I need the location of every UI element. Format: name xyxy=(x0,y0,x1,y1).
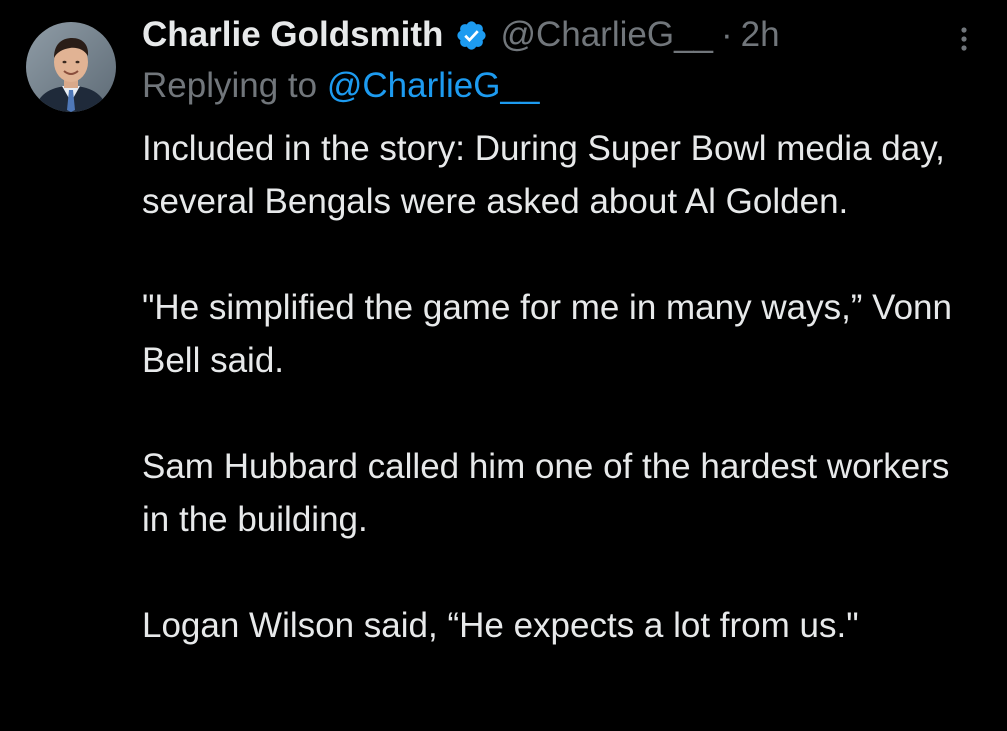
author-handle[interactable]: @CharlieG__ xyxy=(500,15,713,55)
separator-dot: · xyxy=(721,15,733,54)
tweet-text: Included in the story: During Super Bowl… xyxy=(142,122,982,652)
author-avatar[interactable] xyxy=(26,22,116,112)
tweet-paragraph: Logan Wilson said, “He expects a lot fro… xyxy=(142,606,859,645)
tweet[interactable]: Charlie Goldsmith @CharlieG__ · 2h Reply… xyxy=(0,0,1007,731)
verified-badge-icon xyxy=(455,19,488,52)
author-display-name[interactable]: Charlie Goldsmith xyxy=(142,15,443,55)
tweet-paragraph: Sam Hubbard called him one of the hardes… xyxy=(142,447,950,539)
replying-to-line: Replying to @CharlieG__ xyxy=(142,60,982,112)
avatar-image xyxy=(26,22,116,112)
tweet-paragraph: "He simplified the game for me in many w… xyxy=(142,288,952,380)
tweet-header: Charlie Goldsmith @CharlieG__ · 2h xyxy=(142,10,982,60)
tweet-timestamp[interactable]: 2h xyxy=(741,15,780,55)
replying-to-label: Replying to xyxy=(142,66,318,105)
tweet-paragraph: Included in the story: During Super Bowl… xyxy=(142,129,945,221)
tweet-content: Charlie Goldsmith @CharlieG__ · 2h Reply… xyxy=(142,10,982,652)
more-options-icon[interactable] xyxy=(952,24,976,54)
replying-to-mention-link[interactable]: @CharlieG__ xyxy=(327,66,540,105)
